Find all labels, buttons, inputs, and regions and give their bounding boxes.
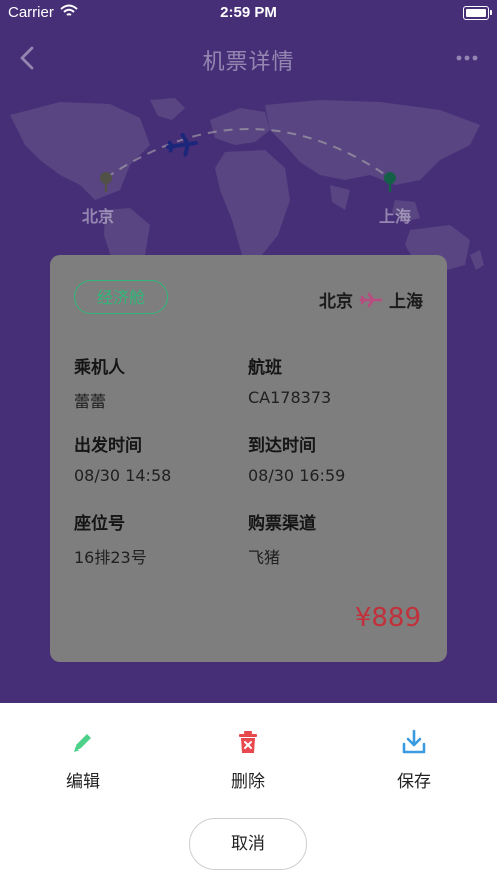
ticket-price: ¥889 <box>354 603 421 633</box>
map-to-city: 上海 <box>379 207 412 226</box>
ticket-card: 经济舱 北京 上海 乘机人 蕾蕾 航班 CA178373 出发时间 08/30 … <box>50 255 447 662</box>
field-arrival-time: 到达时间 08/30 16:59 <box>248 431 345 485</box>
field-departure-time: 出发时间 08/30 14:58 <box>74 431 171 485</box>
edit-button[interactable]: 编辑 <box>38 729 128 792</box>
field-label: 到达时间 <box>248 436 316 456</box>
status-bar: Carrier 2:59 PM <box>0 0 497 26</box>
route-to: 上海 <box>389 292 423 312</box>
screen: 北京 上海 经济舱 北京 上海 乘机人 蕾蕾 航班 CA178373 出发时间 … <box>0 0 497 883</box>
field-seat: 座位号 16排23号 <box>74 509 147 568</box>
field-value: CA178373 <box>248 388 332 407</box>
field-value: 08/30 16:59 <box>248 466 346 485</box>
trash-icon <box>239 731 257 753</box>
cabin-badge: 经济舱 <box>74 280 168 314</box>
download-icon <box>402 729 426 754</box>
plane-icon <box>359 292 383 307</box>
save-button[interactable]: 保存 <box>369 729 459 792</box>
edit-label: 编辑 <box>66 772 100 792</box>
cancel-button[interactable]: 取消 <box>189 818 307 870</box>
save-label: 保存 <box>397 772 431 792</box>
field-channel: 购票渠道 飞猪 <box>248 509 316 568</box>
field-label: 乘机人 <box>74 358 125 378</box>
delete-button[interactable]: 删除 <box>203 729 293 792</box>
hero-background: 北京 上海 经济舱 北京 上海 乘机人 蕾蕾 航班 CA178373 出发时间 … <box>0 0 497 703</box>
field-passenger: 乘机人 蕾蕾 <box>74 353 125 412</box>
action-sheet: 编辑 删除 保存 取消 <box>0 703 497 883</box>
delete-label: 删除 <box>231 772 265 792</box>
battery-icon <box>463 6 492 20</box>
pencil-icon <box>74 734 91 752</box>
field-label: 座位号 <box>74 514 125 534</box>
field-flight: 航班 CA178373 <box>248 353 331 407</box>
map-from-city: 北京 <box>82 207 115 226</box>
field-value: 蕾蕾 <box>74 392 107 411</box>
field-label: 航班 <box>248 358 282 378</box>
route-summary: 北京 上海 <box>319 287 423 312</box>
field-label: 出发时间 <box>74 436 142 456</box>
route-from: 北京 <box>319 292 353 312</box>
clock: 2:59 PM <box>220 4 277 21</box>
nav-bar: 机票详情 <box>0 36 497 80</box>
field-value: 飞猪 <box>248 548 281 567</box>
more-horizontal-icon[interactable] <box>455 48 479 68</box>
field-label: 购票渠道 <box>248 514 316 534</box>
field-value: 08/30 14:58 <box>74 466 172 485</box>
page-title: 机票详情 <box>202 50 295 75</box>
field-value: 16排23号 <box>74 548 147 567</box>
